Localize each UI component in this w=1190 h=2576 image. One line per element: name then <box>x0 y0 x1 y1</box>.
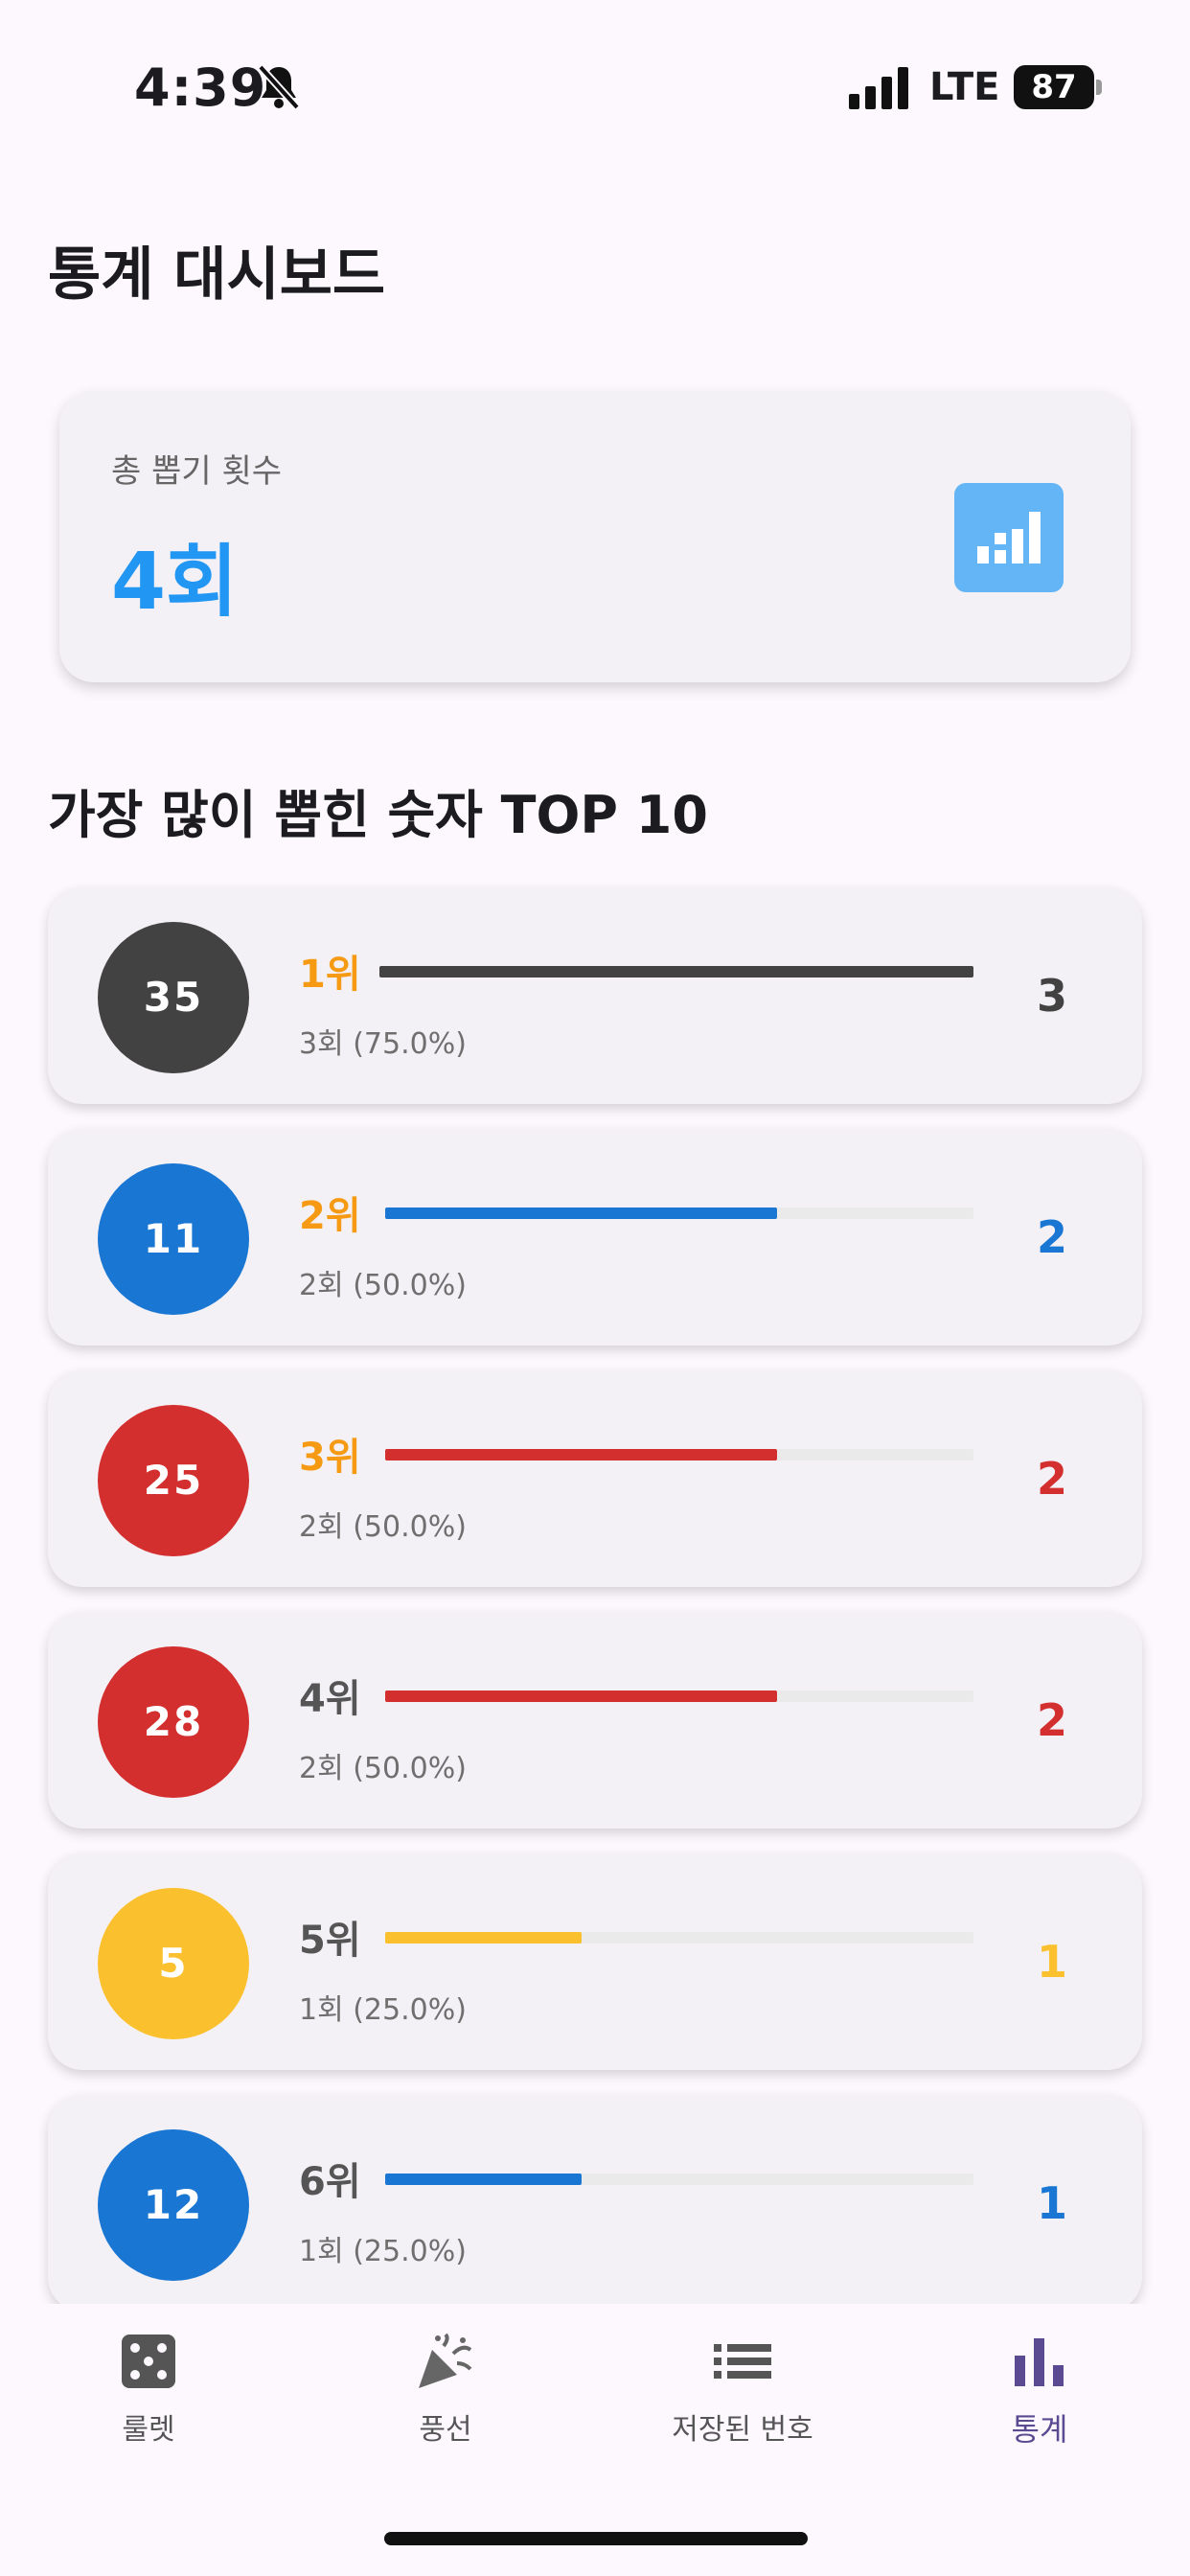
ranking-item[interactable]: 25 3위 2회 (50.0%) 2 <box>48 1370 1142 1587</box>
nav-item-statistics[interactable]: 통계 <box>891 2333 1188 2450</box>
signal-icon <box>849 67 908 109</box>
total-draws-value: 4회 <box>111 537 239 628</box>
nav-label: 풍선 <box>419 2413 472 2447</box>
dice-icon <box>122 2334 175 2388</box>
frequency-bar-fill <box>385 1690 778 1702</box>
summary-icon-box <box>954 483 1064 592</box>
rank-count: 1 <box>1036 1936 1067 1988</box>
home-indicator <box>384 2532 808 2545</box>
rank-label: 3위 <box>299 1436 361 1480</box>
number-ball: 11 <box>98 1163 249 1315</box>
status-bar: 4:39 LTE 87 <box>0 0 1190 144</box>
rank-detail: 2회 (50.0%) <box>299 1752 467 1785</box>
rank-count: 3 <box>1036 970 1067 1022</box>
number-ball: 28 <box>98 1646 249 1798</box>
list-icon <box>714 2344 771 2379</box>
ranking-item[interactable]: 5 5위 1회 (25.0%) 1 <box>48 1853 1142 2070</box>
frequency-bar <box>385 2174 973 2185</box>
rank-count: 2 <box>1036 1694 1067 1746</box>
rank-count: 1 <box>1036 2177 1067 2229</box>
rank-label: 6위 <box>299 2160 361 2204</box>
nav-label: 저장된 번호 <box>672 2413 813 2447</box>
rank-label: 4위 <box>299 1677 361 1721</box>
rank-detail: 2회 (50.0%) <box>299 1510 467 1544</box>
status-time: 4:39 <box>134 58 267 118</box>
total-draws-label: 총 뽑기 횟수 <box>111 452 283 491</box>
frequency-bar-fill <box>379 966 973 978</box>
number-ball: 25 <box>98 1405 249 1556</box>
top10-section-title: 가장 많이 뽑힌 숫자 TOP 10 <box>48 785 708 845</box>
ranking-item[interactable]: 35 1위 3회 (75.0%) 3 <box>48 887 1142 1104</box>
rank-label: 1위 <box>299 953 361 997</box>
rank-count: 2 <box>1036 1453 1067 1505</box>
number-ball: 35 <box>98 922 249 1073</box>
battery-level: 87 <box>1014 65 1094 109</box>
frequency-bar-fill <box>385 1208 778 1219</box>
frequency-bar <box>379 966 973 978</box>
nav-label: 통계 <box>1011 2411 1068 2448</box>
frequency-bar-fill <box>385 2174 582 2185</box>
battery-icon: 87 <box>1014 65 1102 109</box>
rank-detail: 1회 (25.0%) <box>299 2235 467 2268</box>
nav-label: 룰렛 <box>122 2413 175 2447</box>
rank-count: 2 <box>1036 1211 1067 1263</box>
frequency-bar <box>385 1932 973 1944</box>
ranking-item[interactable]: 11 2위 2회 (50.0%) 2 <box>48 1129 1142 1346</box>
page-title: 통계 대시보드 <box>48 242 386 309</box>
party-popper-icon <box>419 2333 472 2388</box>
rank-detail: 3회 (75.0%) <box>299 1027 467 1061</box>
frequency-bar-fill <box>385 1932 582 1944</box>
rank-label: 2위 <box>299 1194 361 1238</box>
frequency-bar-fill <box>385 1449 778 1460</box>
frequency-bar <box>385 1690 973 1702</box>
ranking-item[interactable]: 28 4위 2회 (50.0%) 2 <box>48 1612 1142 1828</box>
nav-item-balloon[interactable]: 풍선 <box>297 2333 594 2448</box>
frequency-bar <box>385 1208 973 1219</box>
screen: 4:39 LTE 87 통계 대시보드 총 뽑기 횟수 4회 가장 많이 뽑힌 … <box>0 0 1190 2576</box>
number-ball: 5 <box>98 1888 249 2039</box>
bar-chart-icon <box>977 512 1041 564</box>
network-type: LTE <box>929 65 1000 109</box>
total-draws-card: 총 뽑기 횟수 4회 <box>59 391 1131 682</box>
bar-chart-icon <box>1015 2338 1064 2386</box>
nav-item-roulette[interactable]: 룰렛 <box>0 2333 297 2448</box>
rank-detail: 2회 (50.0%) <box>299 1269 467 1302</box>
ranking-item[interactable]: 12 6위 1회 (25.0%) 1 <box>48 2095 1142 2312</box>
number-ball: 12 <box>98 2129 249 2281</box>
bell-off-icon <box>258 64 300 110</box>
frequency-bar <box>385 1449 973 1460</box>
nav-item-saved-numbers[interactable]: 저장된 번호 <box>594 2333 891 2448</box>
rank-label: 5위 <box>299 1919 361 1963</box>
rank-detail: 1회 (25.0%) <box>299 1993 467 2027</box>
